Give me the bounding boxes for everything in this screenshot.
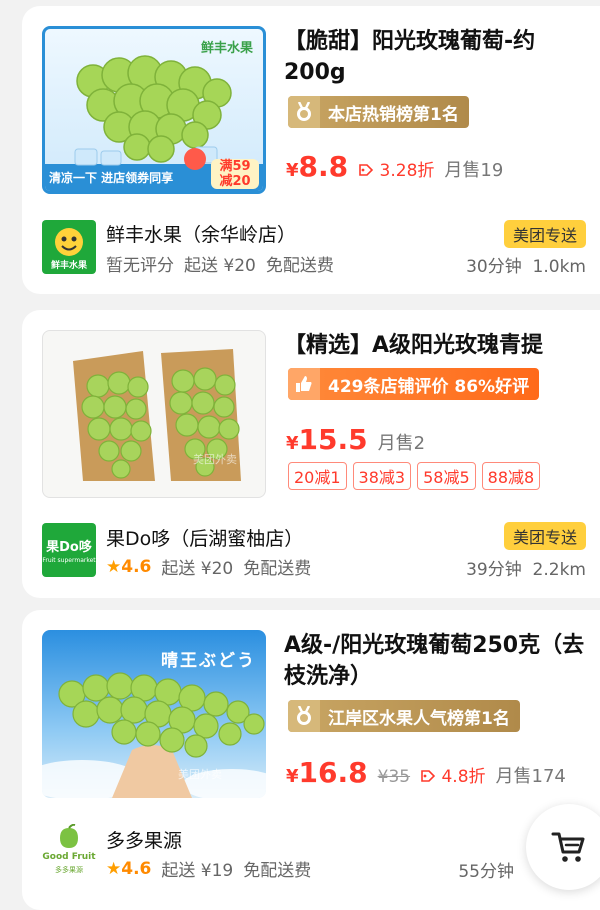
shop-logo[interactable]: 果Do哆 Fruit supermarket xyxy=(42,523,96,577)
delivery-time: 39分钟 xyxy=(466,560,522,580)
shop-name[interactable]: 多多果源 xyxy=(106,826,182,853)
product-card[interactable]: 晴王ぶどう 美团外卖 A级-/阳光玫瑰葡萄250克（去枝洗净） 江岸区水果人气榜… xyxy=(22,610,600,910)
rank-medal-icon xyxy=(288,96,320,128)
price: ¥16.8 xyxy=(286,756,368,789)
tag-icon xyxy=(359,164,374,176)
shop-rating: ★4.6 xyxy=(106,556,152,577)
grape-image xyxy=(73,349,241,481)
min-order: 起送 ¥20 xyxy=(184,256,256,276)
delivery-time-distance: 39分钟 2.2km xyxy=(466,555,586,580)
tag-icon xyxy=(421,770,436,782)
shop-logo[interactable]: 鲜丰水果 xyxy=(42,220,96,274)
delivery-distance: 2.2km xyxy=(532,560,586,580)
discount-label: 4.8折 xyxy=(420,762,486,787)
promo-item: 58减5 xyxy=(417,462,476,490)
monthly-sales: 月售174 xyxy=(495,766,566,787)
shop-logo[interactable]: Good Fruit 多多果源 xyxy=(42,824,96,878)
promo-item: 20减1 xyxy=(288,462,347,490)
shop-name[interactable]: 果Do哆（后湖蜜柚店） xyxy=(106,524,303,551)
product-title[interactable]: 【脆甜】阳光玫瑰葡萄-约200g xyxy=(284,26,586,88)
product-image[interactable]: 美团外卖 xyxy=(42,330,266,498)
image-watermark: 美团外卖 xyxy=(178,768,222,781)
image-title: 晴王ぶどう xyxy=(161,651,256,671)
delivery-time: 55分钟 xyxy=(458,862,514,882)
rank-badge: 江岸区水果人气榜第1名 xyxy=(288,700,520,732)
product-image[interactable]: 鲜丰水果 清凉一下 进店领券同享 满59 减20 xyxy=(42,26,266,194)
image-promo-sticker: 满59 减20 xyxy=(211,159,259,189)
thumbs-up-icon xyxy=(288,368,320,400)
rank-medal-icon xyxy=(288,700,320,732)
delivery-fee: 免配送费 xyxy=(243,861,312,881)
price-row: ¥8.8 3.28折 月售19 xyxy=(286,150,503,183)
delivery-fee: 免配送费 xyxy=(265,256,334,276)
delivery-fee: 免配送费 xyxy=(243,559,312,579)
price-row: ¥15.5 月售2 xyxy=(286,423,425,456)
delivery-tag: 美团专送 xyxy=(503,522,586,550)
product-title[interactable]: 【精选】A级阳光玫瑰青提 xyxy=(284,330,586,361)
price-row: ¥16.8 ¥35 4.8折 月售174 xyxy=(286,756,566,789)
price: ¥8.8 xyxy=(286,150,349,183)
shop-meta: ★4.6 起送 ¥19 免配送费 xyxy=(106,856,312,882)
rank-badge-label: 江岸区水果人气榜第1名 xyxy=(328,708,510,729)
rank-badge-label: 本店热销榜第1名 xyxy=(328,104,459,125)
delivery-time: 30分钟 xyxy=(466,257,522,277)
review-badge: 429条店铺评价 86%好评 xyxy=(288,368,540,400)
image-promo-bottom: 减20 xyxy=(219,174,251,189)
shop-rating: 暂无评分 xyxy=(106,256,174,276)
delivery-time-distance: 30分钟 1.0km xyxy=(466,252,586,277)
shop-logo-text: 果Do哆 xyxy=(46,540,92,555)
monthly-sales: 月售19 xyxy=(444,160,504,181)
brand-watermark: 鲜丰水果 xyxy=(200,41,253,56)
product-card[interactable]: 美团外卖 【精选】A级阳光玫瑰青提 429条店铺评价 86%好评 ¥15.5 月… xyxy=(22,310,600,598)
image-banner: 清凉一下 进店领券同享 xyxy=(49,171,174,185)
product-image[interactable]: 晴王ぶどう 美团外卖 xyxy=(42,630,266,798)
shop-meta: 暂无评分 起送 ¥20 免配送费 xyxy=(106,251,334,276)
min-order: 起送 ¥19 xyxy=(161,861,234,881)
shop-logo-sub: 多多果源 xyxy=(55,866,83,874)
min-order: 起送 ¥20 xyxy=(161,559,234,579)
shop-logo-text: 鲜丰水果 xyxy=(50,261,87,271)
original-price: ¥35 xyxy=(377,767,411,787)
star-icon: ★ xyxy=(106,556,122,577)
rank-badge: 本店热销榜第1名 xyxy=(288,96,469,128)
image-watermark: 美团外卖 xyxy=(193,453,237,466)
shopping-cart-icon xyxy=(551,832,585,862)
monthly-sales: 月售2 xyxy=(377,433,426,454)
shop-meta: ★4.6 起送 ¥20 免配送费 xyxy=(106,554,312,580)
promo-item: 88减8 xyxy=(481,462,541,490)
discount-label: 3.28折 xyxy=(358,156,434,181)
promo-list: 20减1 38减3 58减5 88减8 xyxy=(288,462,541,490)
shop-rating: ★4.6 xyxy=(106,858,152,879)
shop-name[interactable]: 鲜丰水果（余华岭店） xyxy=(106,220,296,247)
shop-logo-text: Good Fruit xyxy=(42,852,96,862)
delivery-tag: 美团专送 xyxy=(503,220,586,248)
image-promo-top: 满59 xyxy=(219,159,251,174)
star-icon: ★ xyxy=(106,858,122,879)
product-card[interactable]: 鲜丰水果 清凉一下 进店领券同享 满59 减20 【脆甜】阳光玫瑰葡萄-约200… xyxy=(22,6,600,294)
promo-item: 38减3 xyxy=(352,462,412,490)
delivery-distance: 1.0km xyxy=(532,257,586,277)
price: ¥15.5 xyxy=(286,423,368,456)
product-title[interactable]: A级-/阳光玫瑰葡萄250克（去枝洗净） xyxy=(284,630,586,692)
review-badge-label: 429条店铺评价 86%好评 xyxy=(328,376,530,397)
shop-logo-sub: Fruit supermarket xyxy=(42,557,96,564)
